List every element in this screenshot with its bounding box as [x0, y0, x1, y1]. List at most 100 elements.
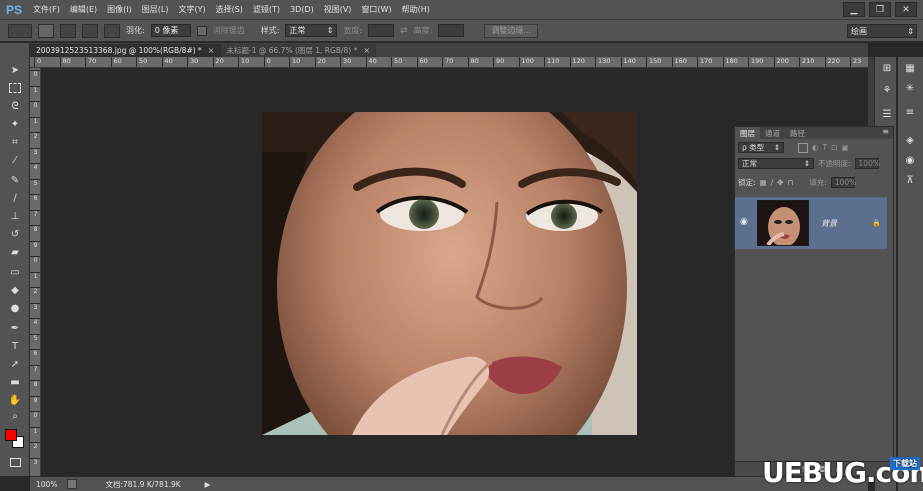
panel-menu-icon[interactable]: ≡ — [882, 127, 893, 139]
close-icon[interactable]: × — [208, 46, 215, 55]
menu-select[interactable]: 选择(S) — [211, 4, 248, 15]
quick-mask-icon[interactable] — [7, 455, 23, 469]
filter-type-icon[interactable]: T — [823, 143, 828, 152]
adjustments-icon[interactable]: ✳ — [902, 81, 918, 95]
lock-transparent-icon[interactable]: ▦ — [760, 178, 767, 187]
dodge-icon[interactable]: ● — [7, 301, 23, 315]
history-icon[interactable]: ⊞ — [879, 61, 895, 75]
menu-image[interactable]: 图像(I) — [102, 4, 137, 15]
intersect-selection-icon[interactable] — [104, 23, 120, 38]
antialias-label: 消除锯齿 — [212, 26, 245, 35]
opacity-input[interactable]: 100% — [854, 158, 880, 169]
shape-icon[interactable]: ▬ — [7, 375, 23, 389]
gradient-icon[interactable]: ▭ — [7, 265, 23, 279]
status-menu-arrow-icon[interactable]: ▶ — [205, 480, 211, 489]
filter-pixel-icon[interactable] — [798, 142, 808, 153]
style-value: 正常 — [289, 26, 306, 35]
lock-all-icon[interactable]: ⊓ — [787, 178, 793, 187]
visibility-eye-icon[interactable]: ◉ — [740, 217, 748, 227]
ruler-tick-label: 80 — [59, 57, 71, 67]
filter-shape-icon[interactable]: ⊡ — [831, 143, 837, 152]
styles-icon[interactable]: ≡ — [902, 105, 918, 119]
menu-help[interactable]: 帮助(H) — [397, 4, 435, 15]
properties-icon[interactable]: ☰ — [879, 107, 895, 121]
new-selection-icon[interactable] — [38, 23, 54, 38]
tab-paths[interactable]: 路径 — [785, 127, 810, 139]
add-selection-icon[interactable] — [60, 23, 76, 38]
zoom-icon[interactable]: ⌕ — [7, 409, 23, 423]
foreground-color-swatch[interactable] — [5, 429, 17, 441]
ruler-tick-label: 150 — [646, 57, 661, 67]
minimize-button[interactable]: ▁ — [843, 2, 865, 17]
refine-edge-button[interactable]: 调整边缘... — [484, 23, 538, 38]
eraser-icon[interactable]: ▰ — [7, 245, 23, 259]
filter-adjust-icon[interactable]: ◐ — [812, 143, 819, 152]
eyedropper-icon[interactable]: ⁄ — [7, 153, 23, 167]
subtract-selection-icon[interactable] — [82, 23, 98, 38]
tab-channels[interactable]: 通道 — [760, 127, 785, 139]
crop-icon[interactable]: ⌗ — [7, 135, 23, 149]
zoom-level[interactable]: 100% — [36, 480, 57, 489]
pen-icon[interactable]: ✒ — [7, 321, 23, 335]
hand-icon[interactable]: ✋ — [7, 393, 23, 407]
options-bar: 羽化: 0 像素 消除锯齿 样式: 正常 ⇕ 宽度: ⇄ 高度: 调整边缘... … — [0, 20, 923, 42]
menu-type[interactable]: 文字(Y) — [173, 4, 210, 15]
healing-brush-icon[interactable]: ✎ — [7, 173, 23, 187]
ruler-tick-label: 3 — [30, 147, 40, 156]
path-selection-icon[interactable]: ➚ — [7, 357, 23, 371]
menu-filter[interactable]: 滤镜(T) — [248, 4, 285, 15]
tab-document-1[interactable]: 2003912523513368.jpg @ 100%(RGB/8#) * × — [30, 44, 221, 57]
magic-wand-icon[interactable]: ✦ — [7, 117, 23, 131]
marquee-icon[interactable] — [7, 81, 23, 95]
blur-icon[interactable]: ◆ — [7, 283, 23, 297]
channels-icon[interactable]: ◉ — [902, 153, 918, 167]
tool-preset-icon[interactable] — [8, 23, 32, 38]
menu-3d[interactable]: 3D(D) — [285, 5, 319, 14]
layer-row-background[interactable]: ◉ 背景 🔒 — [735, 197, 887, 249]
menu-view[interactable]: 视图(V) — [319, 4, 357, 15]
lasso-icon[interactable]: ᘓ — [7, 99, 23, 113]
paths-icon[interactable]: ⊼ — [902, 173, 918, 187]
filter-smart-icon[interactable]: ▣ — [841, 143, 848, 152]
document-image[interactable] — [262, 112, 637, 435]
antialias-checkbox[interactable] — [196, 25, 207, 36]
width-input[interactable] — [368, 24, 395, 37]
clone-stamp-icon[interactable]: ⊥ — [7, 209, 23, 223]
close-button[interactable]: ✕ — [895, 2, 917, 17]
history-brush-icon[interactable]: ↺ — [7, 227, 23, 241]
menu-layer[interactable]: 图层(L) — [137, 4, 174, 15]
lock-pixels-icon[interactable]: ∕ — [771, 178, 774, 187]
ruler-tick-label: 220 — [824, 57, 840, 67]
style-select[interactable]: 正常 ⇕ — [285, 24, 338, 37]
layer-filter-select[interactable]: ρ 类型 ⇕ — [738, 142, 784, 153]
brush-icon[interactable]: ∕ — [7, 191, 23, 205]
layer-name[interactable]: 背景 — [821, 218, 837, 229]
tab-document-2[interactable]: 未标题-1 @ 66.7% (图层 1, RGB/8) * × — [220, 44, 377, 57]
move-icon[interactable]: ➤ — [7, 63, 23, 77]
type-icon[interactable]: T — [7, 339, 23, 353]
lock-position-icon[interactable]: ✥ — [777, 178, 783, 187]
restore-button[interactable]: ❐ — [869, 2, 891, 17]
menu-edit[interactable]: 编辑(E) — [65, 4, 102, 15]
tab-layers[interactable]: 图层 — [735, 127, 760, 139]
watermark-badge: 下载站 — [890, 457, 920, 470]
ruler-tick-label: 1 — [30, 85, 40, 94]
workspace-select[interactable]: 绘画 ⇕ — [847, 24, 917, 38]
menu-window[interactable]: 窗口(W) — [356, 4, 396, 15]
swatches-icon[interactable]: ▦ — [902, 61, 918, 75]
feather-input[interactable]: 0 像素 — [150, 24, 191, 37]
chevron-down-icon: ⇕ — [326, 26, 334, 35]
ruler-tick-label: 8 — [30, 225, 40, 233]
height-input[interactable] — [438, 24, 465, 37]
actions-icon[interactable]: ⚘ — [879, 83, 895, 97]
window-controls: ▁ ❐ ✕ — [843, 2, 917, 17]
swap-icon[interactable]: ⇄ — [400, 26, 408, 36]
menu-file[interactable]: 文件(F) — [28, 4, 65, 15]
close-icon[interactable]: × — [363, 46, 370, 55]
fill-input[interactable]: 100% — [830, 177, 856, 188]
layers-icon[interactable]: ◈ — [902, 133, 918, 147]
status-info-icon[interactable] — [67, 479, 78, 489]
blend-mode-select[interactable]: 正常 ⇕ — [738, 158, 814, 169]
ruler-tick-label: 5 — [30, 178, 40, 187]
tab-label: 未标题-1 @ 66.7% (图层 1, RGB/8) * — [226, 46, 358, 55]
